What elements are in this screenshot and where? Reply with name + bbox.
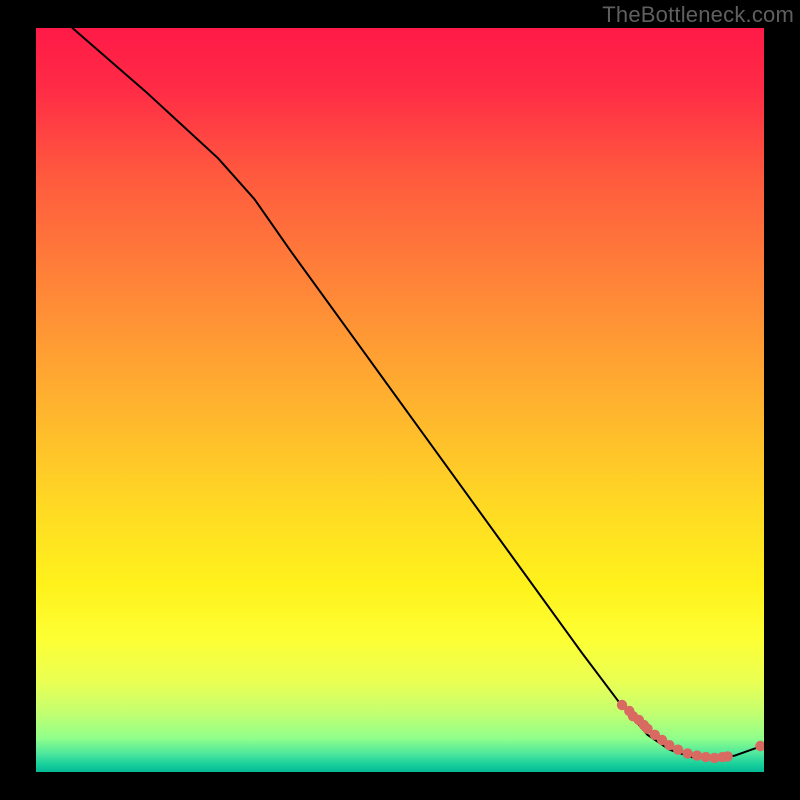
plot-area xyxy=(36,28,764,772)
chart-frame: TheBottleneck.com xyxy=(0,0,800,800)
watermark-text: TheBottleneck.com xyxy=(602,2,794,28)
data-point xyxy=(692,750,702,760)
data-point xyxy=(673,745,683,755)
data-point xyxy=(722,751,732,761)
data-point xyxy=(682,748,692,758)
gradient-background xyxy=(36,28,764,772)
chart-svg xyxy=(36,28,764,772)
